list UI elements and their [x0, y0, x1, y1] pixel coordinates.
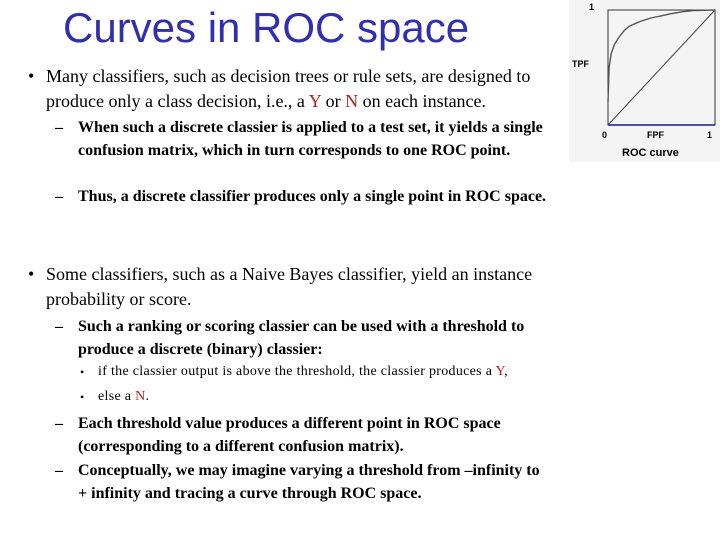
- bullet-glyph: •: [80, 365, 85, 379]
- text: if the classier output is above the thre…: [98, 364, 496, 379]
- text: .: [145, 389, 150, 404]
- n-label: N: [345, 91, 359, 111]
- y-label: Y: [495, 364, 505, 379]
- sub-bullet-text: Such a ranking or scoring classier can b…: [78, 318, 525, 358]
- n-label: N: [135, 389, 146, 404]
- sub-bullet-text: When such a discrete classier is applied…: [78, 119, 543, 159]
- sub-sub-bullet-text: else a N.: [98, 387, 149, 407]
- y-label: Y: [308, 91, 322, 111]
- bullet-glyph: •: [28, 264, 35, 284]
- bullet-1-text: Many classifiers, such as decision trees…: [46, 64, 576, 114]
- text: or: [321, 91, 346, 111]
- dash-glyph: –: [55, 462, 63, 479]
- sub-bullet-text: Conceptually, we may imagine varying a t…: [78, 462, 540, 502]
- sub-bullet-text: Thus, a discrete classifier produces onl…: [78, 188, 547, 205]
- figure-caption: ROC curve: [622, 147, 679, 159]
- figure-background: [569, 0, 720, 162]
- slide-title: Curves in ROC space: [63, 4, 470, 51]
- bullet-glyph: •: [80, 390, 85, 404]
- x-axis-label: FPF: [647, 130, 665, 140]
- x-max-tick-label: 1: [707, 130, 712, 140]
- bullet-glyph: •: [28, 66, 35, 86]
- dash-glyph: –: [55, 415, 63, 432]
- sub-bullet-text: Each threshold value produces a differen…: [78, 415, 501, 455]
- text: ,: [504, 364, 508, 379]
- bullet-2-text: Some classifiers, such as a Naive Bayes …: [46, 264, 533, 309]
- text: on each instance.: [358, 91, 487, 111]
- dash-glyph: –: [55, 318, 63, 335]
- x-min-tick-label: 0: [602, 130, 607, 140]
- dash-glyph: –: [55, 188, 63, 205]
- text: else a: [98, 389, 136, 404]
- sub-sub-bullet-text: if the classier output is above the thre…: [98, 362, 508, 382]
- roc-figure: 1 TPF 0 FPF 1 ROC curve: [569, 0, 720, 162]
- y-axis-label: TPF: [572, 59, 590, 69]
- y-max-tick-label: 1: [589, 2, 594, 12]
- dash-glyph: –: [55, 119, 63, 136]
